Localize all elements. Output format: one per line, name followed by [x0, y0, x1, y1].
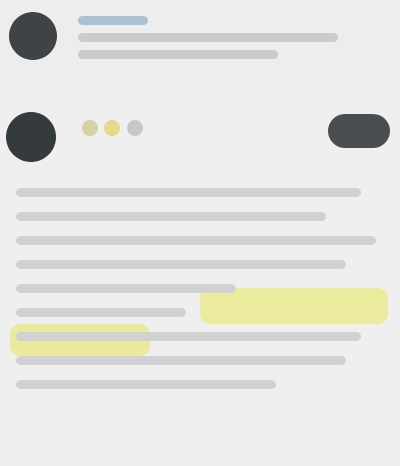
post-card [0, 102, 400, 466]
notification-line-2 [78, 50, 278, 59]
post-text-line [16, 212, 326, 221]
post-author-avatar[interactable] [6, 112, 56, 162]
badge-icon [82, 120, 98, 136]
notification-line-1 [78, 33, 338, 42]
post-text-line [16, 188, 361, 197]
notification-text [78, 16, 378, 67]
post-text-line [16, 284, 236, 293]
badge-icon [104, 120, 121, 136]
badge-icon [126, 120, 143, 136]
post-body [16, 188, 386, 404]
post-text-line [16, 260, 346, 269]
author-badges [82, 120, 145, 150]
post-text-line [16, 380, 276, 389]
notification-username[interactable] [78, 16, 148, 25]
post-text-line [16, 332, 361, 341]
post-text-line [16, 236, 376, 245]
follow-button[interactable] [328, 114, 390, 148]
post-text-line [16, 308, 186, 317]
notification-avatar[interactable] [9, 12, 57, 60]
post-text-line [16, 356, 346, 365]
feed [0, 0, 400, 466]
notification-row[interactable] [0, 0, 400, 86]
